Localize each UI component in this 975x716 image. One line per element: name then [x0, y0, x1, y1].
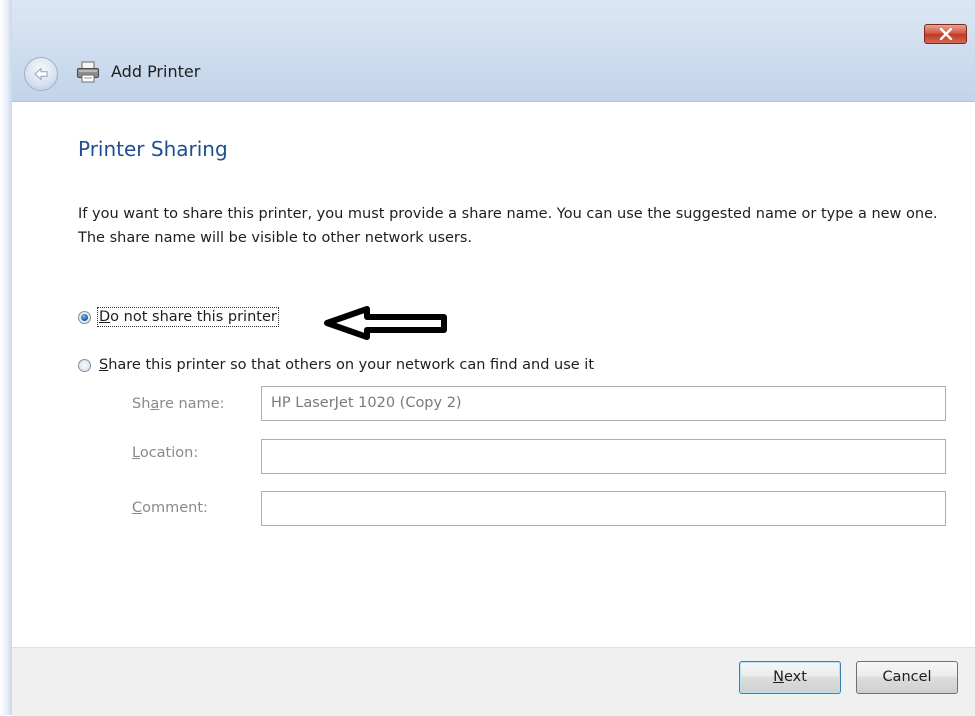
- share-name-label: Share name:: [132, 396, 225, 412]
- cancel-button[interactable]: Cancel: [856, 661, 958, 694]
- comment-label: Comment:: [132, 500, 208, 516]
- share-radio[interactable]: [78, 358, 91, 372]
- location-input[interactable]: [261, 439, 946, 474]
- close-icon: [939, 28, 953, 40]
- location-label: Location:: [132, 445, 199, 461]
- page-description: If you want to share this printer, you m…: [78, 206, 938, 246]
- window-title: Add Printer: [111, 62, 201, 81]
- share-name-input[interactable]: HP LaserJet 1020 (Copy 2): [261, 386, 946, 421]
- back-arrow-icon: [34, 67, 48, 81]
- do-not-share-option[interactable]: Do not share this printer: [78, 307, 279, 327]
- share-label[interactable]: Share this printer so that others on you…: [99, 357, 594, 373]
- printer-icon: [77, 61, 99, 83]
- share-option[interactable]: Share this printer so that others on you…: [78, 355, 594, 375]
- close-button[interactable]: [924, 24, 967, 44]
- next-button[interactable]: Next: [739, 661, 841, 694]
- window-left-frame: [0, 0, 12, 715]
- page-heading: Printer Sharing: [78, 137, 228, 161]
- add-printer-window: Add Printer Printer Sharing If you want …: [0, 0, 975, 716]
- title-bar: [12, 0, 975, 102]
- do-not-share-radio[interactable]: [78, 310, 91, 324]
- comment-input[interactable]: [261, 491, 946, 526]
- back-button[interactable]: [24, 57, 58, 91]
- do-not-share-label[interactable]: Do not share this printer: [97, 307, 279, 327]
- arrow-annotation-icon: [324, 306, 447, 340]
